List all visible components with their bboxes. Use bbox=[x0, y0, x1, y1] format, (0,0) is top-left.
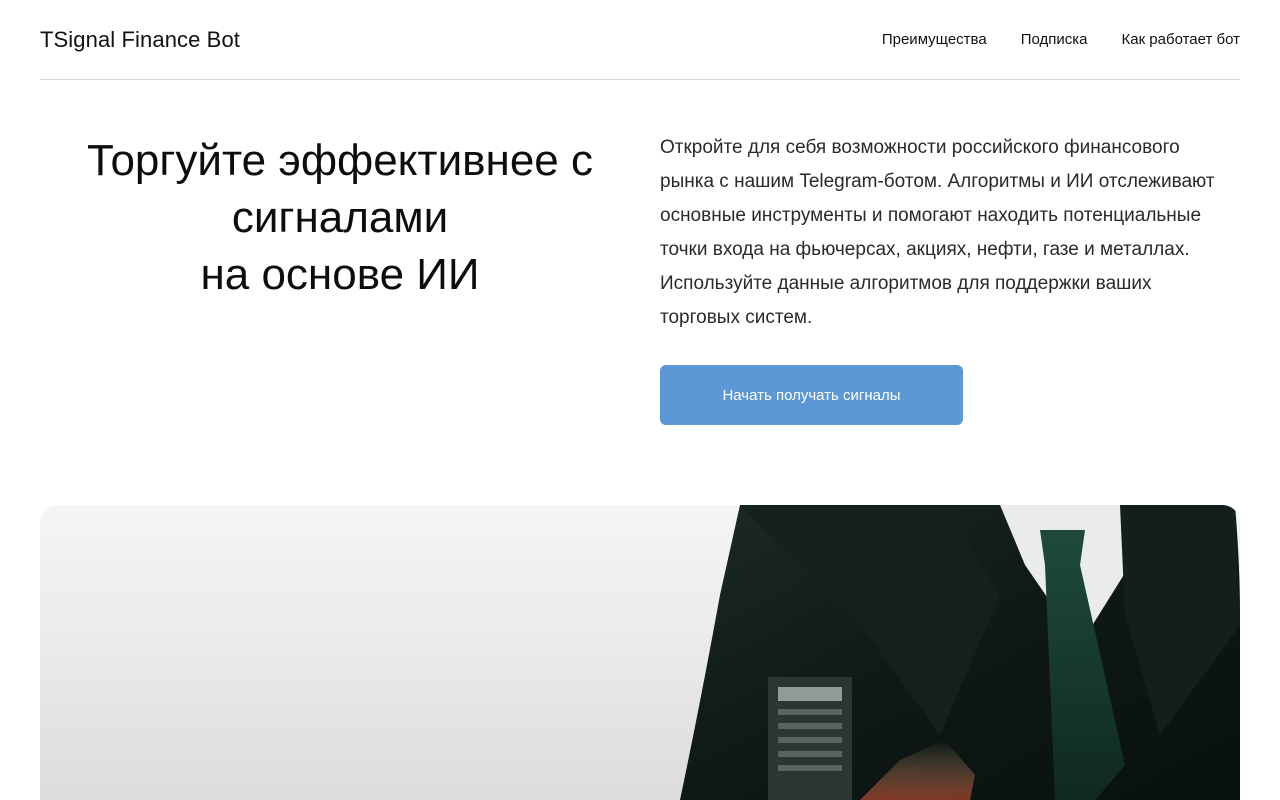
hero-image-businessman bbox=[40, 505, 1240, 800]
hero-title-line: сигналами bbox=[231, 193, 449, 242]
site-header: TSignal Finance Bot Преимущества Подписк… bbox=[40, 0, 1240, 80]
hero-title-line: на основе ИИ bbox=[200, 250, 480, 299]
brand-logo-text[interactable]: TSignal Finance Bot bbox=[40, 27, 240, 53]
nav-link-subscription[interactable]: Подписка bbox=[1021, 31, 1088, 48]
hero-description: Откройте для себя возможности российског… bbox=[660, 137, 1215, 328]
nav-link-how-it-works[interactable]: Как работает бот bbox=[1122, 31, 1241, 48]
hero-title-line: Торгуйте эффективнее с bbox=[87, 136, 593, 185]
businessman-illustration bbox=[680, 505, 1240, 800]
nav-link-advantages[interactable]: Преимущества bbox=[882, 31, 987, 48]
start-signals-button[interactable]: Начать получать сигналы bbox=[660, 365, 963, 425]
hero-title: Торгуйте эффективнее с сигналами на осно… bbox=[40, 132, 640, 303]
main-nav: Преимущества Подписка Как работает бот bbox=[882, 31, 1240, 48]
